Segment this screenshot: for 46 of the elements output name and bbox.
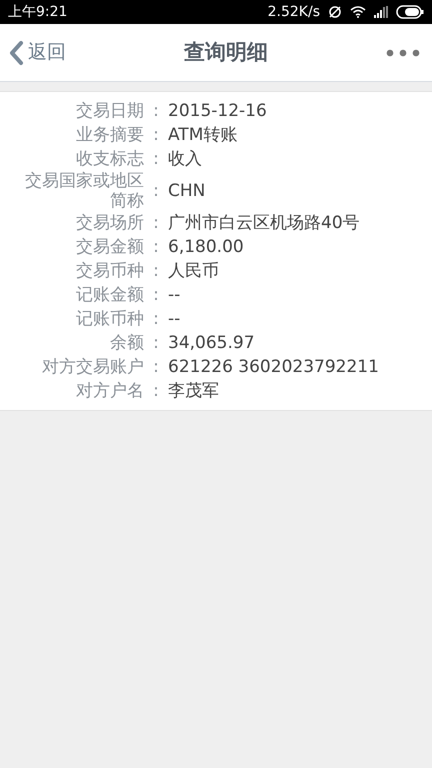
field-value: CHN [168, 181, 206, 201]
field-value: ATM转账 [168, 125, 238, 145]
colon: : [152, 285, 160, 305]
field-value: 李茂军 [168, 381, 219, 401]
network-speed: 2.52K/s [268, 2, 320, 22]
field-value: -- [168, 285, 180, 305]
field-value: 621226 3602023792211 [168, 357, 379, 377]
signal-icon [374, 6, 388, 18]
colon: : [152, 181, 160, 201]
field-label: 业务摘要 [75, 125, 144, 145]
colon: : [152, 101, 160, 121]
field-label: 余额 [109, 333, 144, 353]
field-label: 收支标志 [75, 149, 144, 169]
field-value: 广州市白云区机场路40号 [168, 213, 360, 233]
field-label: 交易场所 [75, 213, 144, 233]
page-title: 查询明细 [184, 38, 268, 66]
battery-icon [396, 5, 424, 19]
field-label: 交易日期 [75, 101, 144, 121]
wifi-icon [350, 6, 366, 18]
field-label: 交易国家或地区简称 [24, 171, 144, 211]
colon: : [152, 125, 160, 145]
field-label: 交易币种 [75, 261, 144, 281]
field-label: 记账金额 [75, 285, 144, 305]
field-value: 2015-12-16 [168, 101, 267, 121]
alarm-off-icon [328, 5, 342, 19]
field-label: 交易金额 [75, 237, 144, 257]
back-button[interactable]: 返回 [8, 38, 66, 67]
more-icon[interactable] [386, 48, 420, 56]
field-value: 人民币 [168, 261, 219, 281]
colon: : [152, 381, 160, 401]
colon: : [152, 237, 160, 257]
status-time: 上午9:21 [8, 2, 68, 22]
colon: : [152, 261, 160, 281]
field-value: 收入 [168, 149, 202, 169]
field-value: 34,065.97 [168, 333, 255, 353]
colon: : [152, 213, 160, 233]
colon: : [152, 309, 160, 329]
colon: : [152, 357, 160, 377]
field-label: 记账币种 [75, 309, 144, 329]
colon: : [152, 149, 160, 169]
back-icon [8, 40, 24, 66]
field-label: 对方户名 [75, 381, 144, 401]
colon: : [152, 333, 160, 353]
field-label: 对方交易账户 [41, 357, 144, 377]
field-value: 6,180.00 [168, 237, 244, 257]
field-value: -- [168, 309, 180, 329]
